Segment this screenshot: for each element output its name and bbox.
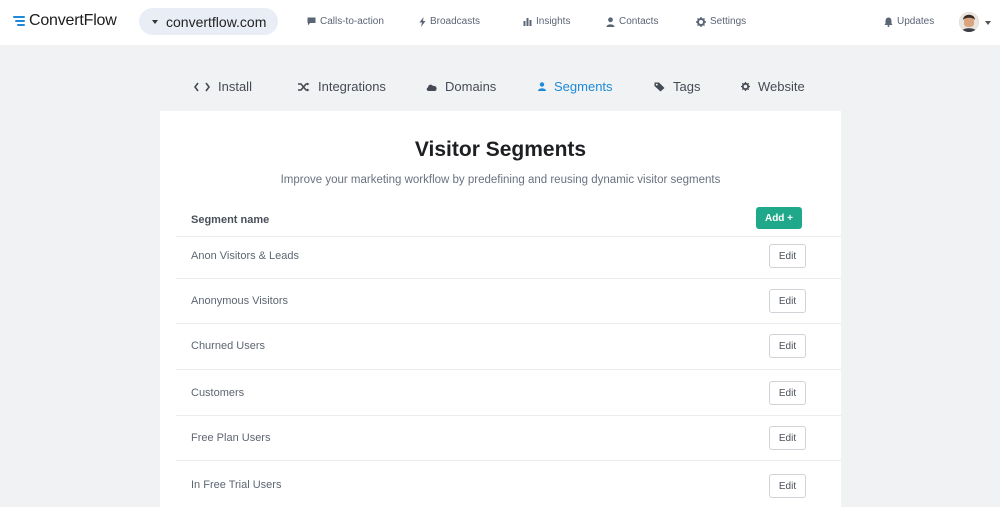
- nav-settings[interactable]: Settings: [696, 16, 746, 27]
- nav-broadcasts[interactable]: Broadcasts: [419, 16, 480, 27]
- tab-install[interactable]: Install: [194, 79, 252, 94]
- user-avatar[interactable]: [959, 12, 979, 32]
- lightning-icon: [419, 16, 426, 27]
- avatar-caret-icon[interactable]: [985, 21, 991, 25]
- edit-segment-button[interactable]: Edit: [769, 474, 806, 498]
- row-divider: [176, 415, 841, 416]
- tab-segments-label: Segments: [554, 79, 613, 94]
- row-divider: [176, 323, 841, 324]
- shuffle-icon: [298, 82, 310, 91]
- segment-name-column-header: Segment name: [191, 214, 270, 226]
- site-selector-value: convertflow.com: [166, 13, 267, 30]
- caret-down-icon: [152, 19, 158, 24]
- tab-domains-label: Domains: [445, 79, 497, 94]
- site-selector[interactable]: convertflow.com: [139, 8, 278, 35]
- tab-domains[interactable]: Domains: [426, 79, 496, 94]
- nav-calls-to-action-label: Calls-to-action: [320, 16, 384, 27]
- tab-integrations[interactable]: Integrations: [298, 79, 386, 94]
- tab-tags-label: Tags: [673, 79, 701, 94]
- edit-segment-button[interactable]: Edit: [769, 289, 806, 313]
- gear-icon: [741, 82, 750, 91]
- tab-integrations-label: Integrations: [318, 79, 386, 94]
- nav-updates-label: Updates: [897, 16, 935, 27]
- nav-contacts-label: Contacts: [619, 16, 659, 27]
- edit-segment-button[interactable]: Edit: [769, 244, 806, 268]
- row-divider: [176, 369, 841, 370]
- nav-settings-label: Settings: [710, 16, 747, 27]
- edit-segment-button[interactable]: Edit: [769, 426, 806, 450]
- segments-card: Visitor Segments Improve your marketing …: [160, 111, 841, 507]
- tag-icon: [654, 82, 665, 91]
- segment-name: Churned Users: [191, 340, 265, 352]
- nav-calls-to-action[interactable]: Calls-to-action: [307, 16, 384, 27]
- tab-website[interactable]: Website: [741, 79, 805, 94]
- code-icon: [194, 82, 210, 91]
- bell-icon: [884, 17, 893, 27]
- chat-bubble-icon: [307, 17, 316, 26]
- tab-tags[interactable]: Tags: [654, 79, 700, 94]
- row-divider: [176, 236, 841, 237]
- top-navbar: ConvertFlow convertflow.com Calls-to-act…: [0, 0, 1000, 45]
- segment-name: Anonymous Visitors: [191, 295, 289, 307]
- bar-chart-icon: [523, 18, 532, 26]
- segment-name: In Free Trial Users: [191, 479, 282, 491]
- user-icon: [606, 16, 615, 27]
- avatar-image: [959, 12, 979, 32]
- edit-segment-button[interactable]: Edit: [769, 334, 806, 358]
- page-title: Visitor Segments: [414, 138, 587, 161]
- nav-contacts[interactable]: Contacts: [606, 16, 658, 27]
- nav-insights-label: Insights: [536, 16, 571, 27]
- row-divider: [176, 460, 841, 461]
- edit-segment-button[interactable]: Edit: [769, 381, 806, 405]
- brand-name: ConvertFlow: [29, 12, 117, 29]
- convertflow-logo-icon: [13, 16, 25, 26]
- gear-icon: [696, 16, 706, 27]
- tab-install-label: Install: [218, 79, 252, 94]
- user-icon: [538, 82, 546, 91]
- tab-segments[interactable]: Segments: [538, 79, 613, 94]
- nav-insights[interactable]: Insights: [523, 16, 570, 27]
- brand-logo[interactable]: ConvertFlow: [13, 12, 117, 30]
- row-divider: [176, 278, 841, 279]
- add-segment-button[interactable]: Add +: [756, 207, 802, 229]
- segment-name: Anon Visitors & Leads: [191, 250, 300, 262]
- segment-name: Free Plan Users: [191, 432, 271, 444]
- page-subtitle: Improve your marketing workflow by prede…: [280, 174, 721, 186]
- cloud-icon: [426, 84, 437, 91]
- nav-broadcasts-label: Broadcasts: [430, 16, 481, 27]
- segment-name: Customers: [191, 387, 245, 399]
- tab-website-label: Website: [758, 79, 805, 94]
- nav-updates[interactable]: Updates: [884, 16, 934, 27]
